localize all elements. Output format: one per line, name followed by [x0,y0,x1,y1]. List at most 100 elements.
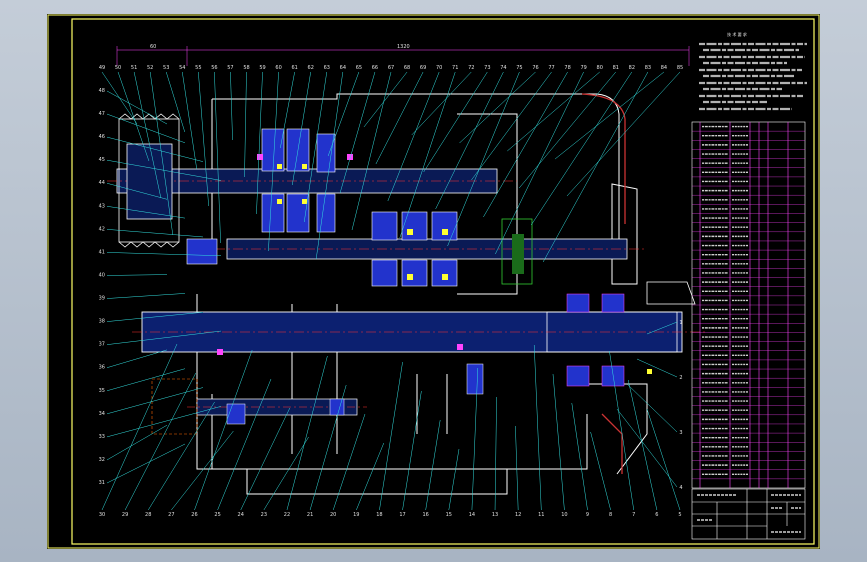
callout-top-0: 49 [99,65,105,71]
callout-top-6: 55 [195,65,201,71]
leader-left-8 [106,274,168,276]
callout-top-11: 60 [275,65,281,71]
callout-bottom-23: 7 [632,512,635,518]
callout-top-24: 73 [484,65,490,71]
callout-left-6: 42 [99,226,105,232]
leader-left-12 [106,349,168,368]
callout-left-15: 33 [99,434,105,440]
callout-top-31: 80 [597,65,603,71]
leader-top-19 [363,71,408,128]
leader-top-20 [375,71,424,165]
middle-shaft [197,238,647,260]
pulley [118,113,180,248]
callout-top-25: 74 [500,65,506,71]
main-spindle [132,281,707,353]
leader-left-17 [106,443,186,484]
callout-right-2: 3 [679,430,682,436]
leader-bottom-8 [286,355,328,511]
callout-bottom-12: 18 [376,512,382,518]
callout-top-3: 52 [147,65,153,71]
callout-top-13: 62 [308,65,314,71]
callout-bottom-10: 20 [330,512,336,518]
callout-top-21: 70 [436,65,442,71]
leader-bottom-15 [448,448,460,511]
leader-bottom-14 [425,419,441,511]
callout-left-14: 34 [99,411,105,417]
callout-bottom-22: 8 [609,512,612,518]
drawing-sheet[interactable]: 60 1320 49 50 51 52 53 54 55 56 57 58 59… [47,14,820,549]
leader-bottom-2 [148,401,215,511]
callout-bottom-2: 28 [145,512,151,518]
callout-bottom-13: 17 [399,512,405,518]
leader-top-35 [554,71,665,160]
callout-top-17: 66 [372,65,378,71]
leader-top-36 [566,71,681,197]
leader-bottom-22 [590,431,611,511]
callout-bottom-1: 29 [122,512,128,518]
leader-bottom-5 [217,378,272,511]
callout-bottom-11: 19 [353,512,359,518]
leader-left-6 [106,229,204,238]
callout-top-9: 58 [243,65,249,71]
callout-bottom-7: 23 [261,512,267,518]
callout-bottom-4: 26 [191,512,197,518]
leader-bottom-25 [646,408,681,511]
callout-bottom-8: 22 [284,512,290,518]
callout-top-30: 79 [580,65,586,71]
callout-top-14: 63 [324,65,330,71]
dimension-left: 60 [150,44,156,50]
callout-left-10: 38 [99,319,105,325]
leader-bottom-21 [571,402,588,511]
callout-top-26: 75 [516,65,522,71]
callout-top-27: 76 [532,65,538,71]
callout-right-3: 4 [679,485,682,491]
leader-top-18 [351,71,392,231]
callout-left-11: 37 [99,342,105,348]
callout-leaders [101,71,681,511]
callout-top-8: 57 [227,65,233,71]
callout-top-23: 72 [468,65,474,71]
callout-top-7: 56 [211,65,217,71]
callout-bottom-19: 11 [538,512,544,518]
leader-bottom-0 [101,343,178,511]
callout-bottom-21: 9 [586,512,589,518]
callout-left-13: 35 [99,388,105,394]
callout-top-35: 84 [661,65,667,71]
leader-bottom-1 [124,372,197,511]
leader-left-9 [106,293,186,299]
callout-top-5: 54 [179,65,185,71]
callout-top-32: 81 [613,65,619,71]
callout-left-5: 43 [99,203,105,209]
callout-top-18: 67 [388,65,394,71]
technical-notes: 技 术 要 求 [699,31,807,111]
callout-top-19: 68 [404,65,410,71]
callout-bottom-3: 27 [168,512,174,518]
callout-right-0: 1 [679,320,682,326]
callout-left-9: 39 [99,296,105,302]
callout-top-22: 71 [452,65,458,71]
callout-bottom-15: 15 [446,512,452,518]
callout-bottom-25: 5 [678,512,681,518]
callout-top-34: 83 [645,65,651,71]
callout-left-0: 48 [99,88,105,94]
leader-bottom-20 [552,373,565,511]
leader-bottom-11 [356,442,385,511]
callout-bottom-20: 10 [561,512,567,518]
callout-top-2: 51 [131,65,137,71]
leader-bottom-12 [379,361,403,511]
callout-top-15: 64 [340,65,346,71]
callout-bottom-17: 13 [492,512,498,518]
leader-bottom-18 [515,425,519,511]
callout-right-1: 2 [679,375,682,381]
callout-labels: 49 50 51 52 53 54 55 56 57 58 59 60 61 62 63 64 65 66 67 68… [99,65,684,518]
leader-top-30 [495,71,584,255]
assembly-drawing: 60 1320 49 50 51 52 53 54 55 56 57 58 59… [47,14,820,549]
leader-top-5 [182,71,197,170]
leader-bottom-13 [402,390,422,511]
cad-viewer: 60 1320 49 50 51 52 53 54 55 56 57 58 59… [0,0,867,562]
callout-top-1: 50 [115,65,121,71]
leader-top-9 [244,71,247,178]
callout-bottom-18: 12 [515,512,521,518]
leader-bottom-10 [332,413,366,511]
title-block [691,488,806,540]
